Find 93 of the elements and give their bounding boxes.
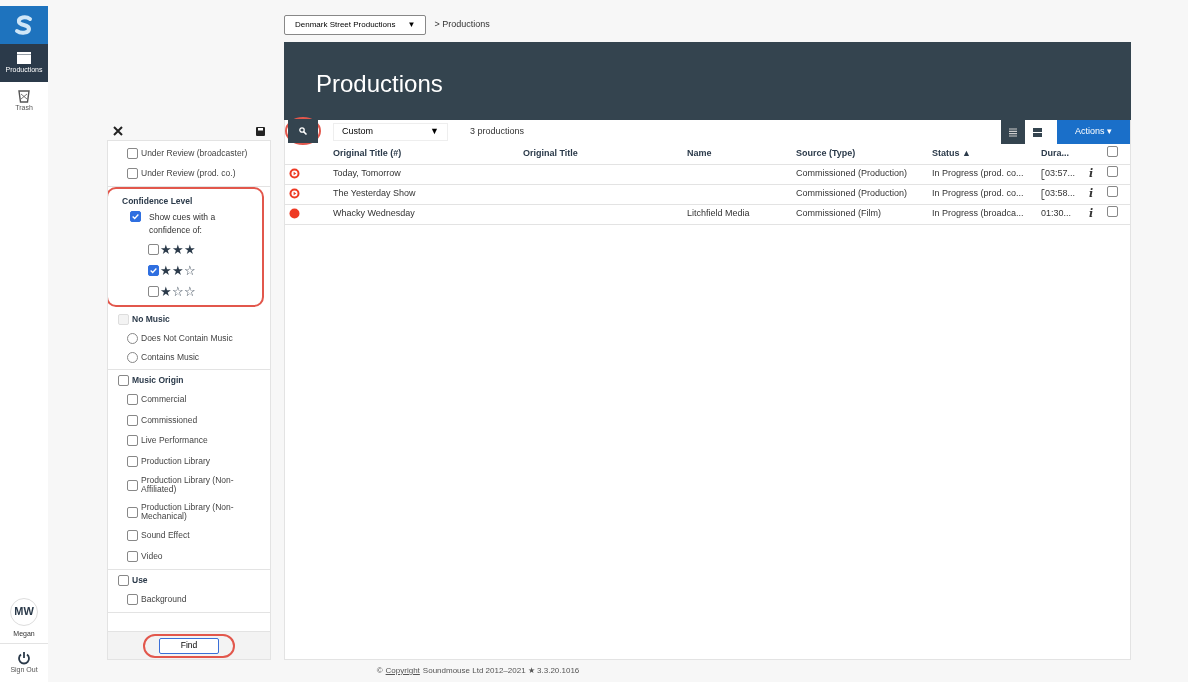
play-icon <box>289 168 300 180</box>
checkbox[interactable] <box>148 264 159 276</box>
checkbox[interactable] <box>1106 146 1118 157</box>
column-header[interactable]: Source (Type) <box>792 144 928 164</box>
view-dropdown[interactable]: Custom ▼ <box>333 123 448 141</box>
checkbox[interactable] <box>127 435 138 447</box>
power-icon <box>17 650 31 665</box>
checkbox[interactable] <box>127 168 138 180</box>
checkbox[interactable] <box>127 414 138 426</box>
result-count: 3 productions <box>470 125 525 139</box>
table-cell: In Progress (broadca... <box>932 208 1024 219</box>
option-label: Production Library (Non-Mechanical) <box>141 503 235 521</box>
column-header[interactable]: Original Title <box>519 144 683 164</box>
table-cell: The Yesterday Show <box>333 188 416 199</box>
find-button[interactable]: Find <box>159 637 219 654</box>
column-header[interactable]: Status ▲ <box>928 144 1037 164</box>
checkbox[interactable] <box>1106 166 1118 178</box>
copyright-link[interactable]: Copyright <box>385 665 420 677</box>
info-button[interactable]: i <box>1089 206 1094 220</box>
group-title: No Music <box>132 313 170 326</box>
option-label: Under Review (broadcaster) <box>141 148 249 158</box>
checkbox[interactable] <box>127 530 138 542</box>
checkbox[interactable] <box>127 455 138 467</box>
list-icon <box>1009 127 1017 137</box>
table-cell: 03:58... <box>1045 187 1076 201</box>
checkbox[interactable] <box>130 211 141 222</box>
table-cell: Commissioned (Film) <box>796 208 881 219</box>
checkbox[interactable] <box>127 147 138 159</box>
option-label: Video <box>141 551 164 561</box>
checkbox[interactable] <box>127 479 138 491</box>
table-cell: Commissioned (Production) <box>796 168 908 179</box>
group-title: Confidence Level <box>122 194 194 208</box>
checkbox[interactable] <box>127 550 138 562</box>
option-label: Live Performance <box>141 436 209 446</box>
table-cell: Commissioned (Production) <box>796 188 908 199</box>
column-header[interactable]: Original Title (#) <box>329 144 519 164</box>
option-label: Background <box>141 595 188 605</box>
info-button[interactable]: i <box>1089 186 1094 200</box>
checkbox[interactable] <box>127 594 138 606</box>
table-cell: In Progress (prod. co... <box>932 188 1024 199</box>
filled-star-icon: ★ <box>184 242 196 256</box>
option-label: Production Library <box>141 456 211 466</box>
copyright-sign: © <box>376 665 383 677</box>
list-view-button[interactable] <box>1001 120 1025 144</box>
record-icon <box>289 208 300 220</box>
save-icon[interactable] <box>256 126 265 136</box>
empty-star-icon: ☆ <box>184 284 196 298</box>
checkbox[interactable] <box>118 375 129 386</box>
empty-star-icon: ☆ <box>172 284 184 298</box>
option-label: Sound Effect <box>141 531 191 541</box>
column-header[interactable]: Dura... <box>1037 144 1085 164</box>
empty-star-icon: ☆ <box>184 263 196 277</box>
checkbox[interactable] <box>148 285 159 297</box>
option-label: Under Review (prod. co.) <box>141 169 237 179</box>
clapper-icon <box>16 50 32 65</box>
close-icon[interactable] <box>113 126 123 136</box>
checkbox[interactable] <box>127 506 138 518</box>
table-cell: Litchfield Media <box>687 208 750 219</box>
cards-icon <box>1032 127 1042 137</box>
table-cell: 01:30... <box>1041 207 1072 221</box>
option-label: Contains Music <box>141 352 201 362</box>
breadcrumb: > Productions <box>434 18 490 32</box>
table-cell: Whacky Wednesday <box>333 208 415 219</box>
group-title: Use <box>132 574 148 587</box>
filled-star-icon: ★ <box>172 242 184 256</box>
play-icon <box>289 188 300 200</box>
table-cell: 03:57... <box>1045 167 1076 181</box>
option-label: Does Not Contain Music <box>141 333 234 343</box>
group-title: Music Origin <box>132 374 184 387</box>
filled-star-icon: ★ <box>172 263 184 277</box>
table-cell: In Progress (prod. co... <box>932 168 1024 179</box>
checkbox[interactable] <box>148 243 159 255</box>
search-icon <box>299 126 307 135</box>
option-label: Show cues with a confidence of: <box>149 211 217 237</box>
filled-star-icon: ★ <box>160 263 172 277</box>
filled-star-icon: ★ <box>160 284 172 298</box>
checkbox[interactable] <box>1106 206 1118 218</box>
filled-star-icon: ★ <box>160 242 172 256</box>
page-title: Productions <box>316 69 444 99</box>
checkbox[interactable] <box>127 394 138 406</box>
checkbox[interactable] <box>118 575 129 586</box>
option-label: Commercial <box>141 395 188 405</box>
info-button[interactable]: i <box>1089 166 1094 180</box>
footer-text: Soundmouse Ltd 2012–2021 ★ 3.3.20.1016 <box>422 665 580 677</box>
column-header[interactable]: Name <box>683 144 792 164</box>
company-dropdown[interactable]: Denmark Street Productions ▼ <box>284 15 427 35</box>
logo-icon <box>13 14 35 36</box>
option-label: Production Library (Non-Affiliated) <box>141 476 235 494</box>
option-label: Commissioned <box>141 415 199 425</box>
trash-icon <box>17 88 31 103</box>
table-cell: Today, Tomorrow <box>333 168 401 179</box>
checkbox[interactable] <box>1106 186 1118 198</box>
actions-button[interactable]: Actions ▾ <box>1057 120 1130 144</box>
